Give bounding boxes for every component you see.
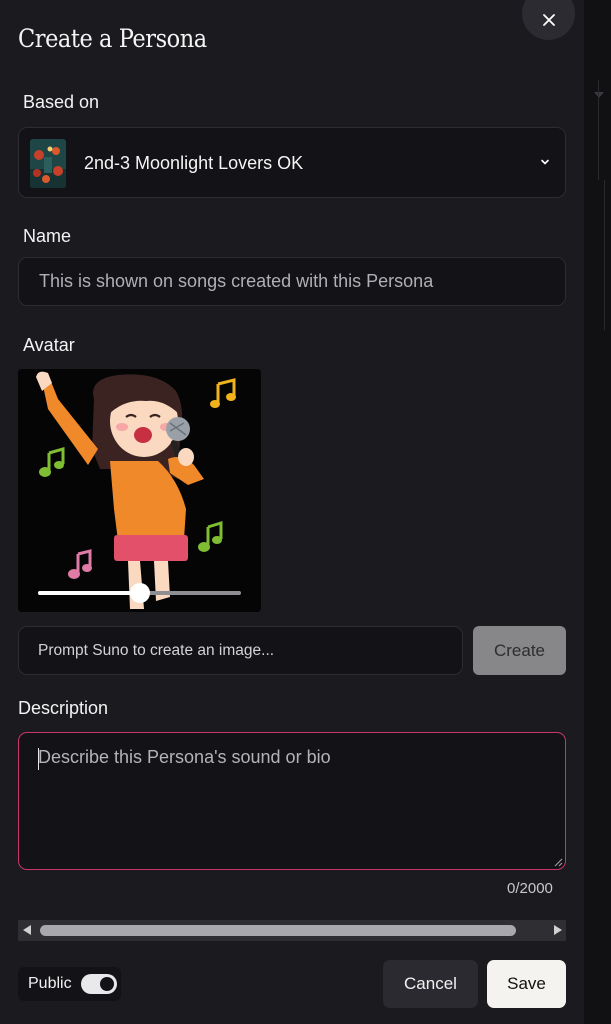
avatar-label: Avatar	[23, 335, 75, 355]
save-button[interactable]: Save	[487, 960, 566, 1008]
close-icon	[542, 14, 555, 26]
create-persona-dialog: Create a Persona Based on 2nd-3 Moonligh…	[0, 0, 584, 1024]
name-input[interactable]	[18, 257, 566, 306]
close-button[interactable]	[522, 0, 575, 40]
resize-grip-icon[interactable]	[554, 858, 563, 867]
cancel-button[interactable]: Cancel	[383, 960, 478, 1008]
dialog-title: Create a Persona	[18, 24, 207, 53]
switch-knob	[100, 977, 114, 991]
divider	[604, 180, 611, 330]
public-label: Public	[28, 975, 72, 992]
song-cover-thumbnail	[30, 139, 66, 188]
based-on-label: Based on	[23, 92, 100, 112]
chevron-down-icon	[541, 159, 549, 165]
avatar-preview[interactable]	[18, 369, 261, 612]
text-caret	[38, 748, 39, 770]
stage: Create a Persona Based on 2nd-3 Moonligh…	[0, 0, 611, 1024]
based-on-select[interactable]: 2nd-3 Moonlight Lovers OK	[18, 127, 566, 198]
scroll-right-arrow-icon[interactable]	[546, 920, 566, 941]
scroll-left-arrow-icon[interactable]	[18, 920, 38, 941]
public-toggle[interactable]: Public	[18, 967, 121, 1001]
description-textarea[interactable]	[18, 732, 566, 870]
horizontal-scrollbar[interactable]	[18, 920, 566, 941]
caret-down-icon	[594, 92, 604, 98]
zoom-slider-fill	[38, 591, 140, 595]
image-prompt-input[interactable]	[18, 626, 463, 675]
background-page-edge	[584, 0, 611, 1024]
create-image-button[interactable]: Create	[473, 626, 566, 675]
singing-girl-illustration	[18, 369, 261, 612]
scrollbar-thumb[interactable]	[40, 925, 516, 936]
divider	[598, 80, 599, 180]
zoom-slider-thumb[interactable]	[129, 583, 150, 603]
character-counter: 0/2000	[507, 880, 553, 897]
public-switch[interactable]	[81, 974, 117, 994]
description-label: Description	[18, 698, 109, 718]
selected-song-title: 2nd-3 Moonlight Lovers OK	[84, 153, 304, 173]
name-label: Name	[23, 226, 72, 246]
